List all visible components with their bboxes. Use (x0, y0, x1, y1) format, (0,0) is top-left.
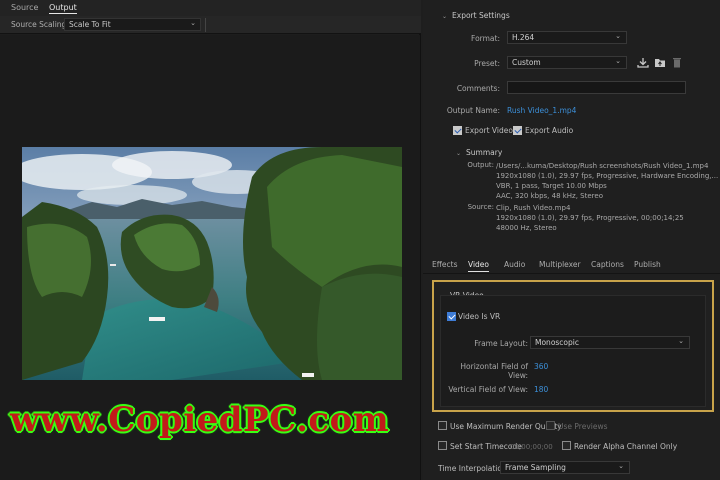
summary-output-line: /Users/...kuma/Desktop/Rush screenshots/… (496, 162, 709, 170)
start-timecode-value[interactable]: 00;00;00;00 (510, 443, 553, 451)
delete-preset-icon[interactable] (671, 57, 683, 68)
use-previews-label: Use Previews (558, 422, 608, 431)
summary-output-line: 1920x1080 (1.0), 29.97 fps, Progressive,… (496, 172, 719, 180)
tab-audio[interactable]: Audio (504, 260, 525, 269)
chevron-down-icon: ⌄ (442, 13, 448, 20)
tab-effects[interactable]: Effects (432, 260, 458, 269)
summary-source-line: 48000 Hz, Stereo (496, 224, 557, 232)
export-video-checkbox[interactable] (453, 126, 462, 135)
frame-layout-value: Monoscopic (535, 338, 579, 347)
output-preview-panel: Source Output Source Scaling: Scale To F… (0, 0, 421, 480)
vr-video-section-highlight: ⌄VR Video Video Is VR Frame Layout: Mono… (432, 280, 714, 412)
vertical-fov-value[interactable]: 180 (534, 385, 548, 394)
source-scaling-dropdown[interactable]: Scale To Fit ⌄ (64, 18, 201, 31)
comments-label: Comments: (456, 84, 500, 93)
comments-field[interactable] (507, 81, 686, 94)
summary-title: Summary (466, 148, 503, 157)
frame-layout-label: Frame Layout: (474, 339, 528, 348)
tab-multiplexer[interactable]: Multiplexer (539, 260, 581, 269)
max-render-quality-checkbox[interactable] (438, 421, 447, 430)
format-label: Format: (471, 34, 500, 43)
summary-source-line: Clip, Rush Video.mp4 (496, 204, 571, 212)
time-interpolation-value: Frame Sampling (505, 463, 566, 472)
export-settings-section: ⌄ Export Settings Format: H.264 ⌄ Preset:… (423, 0, 720, 248)
export-audio-checkbox[interactable] (513, 126, 522, 135)
output-name-label: Output Name: (446, 106, 500, 115)
render-alpha-label: Render Alpha Channel Only (574, 442, 678, 451)
tab-publish[interactable]: Publish (634, 260, 661, 269)
summary-output-label: Output: (467, 161, 494, 169)
vertical-fov-label: Vertical Field of View: (448, 385, 528, 394)
export-settings-header[interactable]: ⌄ Export Settings (442, 11, 510, 20)
import-preset-icon[interactable] (654, 57, 666, 68)
preset-label: Preset: (474, 59, 500, 68)
source-scaling-row: Source Scaling: Scale To Fit ⌄ (0, 16, 421, 34)
video-is-vr-checkbox[interactable] (447, 312, 456, 321)
summary-output-lines: /Users/...kuma/Desktop/Rush screenshots/… (496, 161, 718, 201)
chevron-down-icon: ⌄ (615, 57, 621, 65)
settings-tabs: Effects Video Audio Multiplexer Captions… (423, 255, 720, 274)
render-alpha-checkbox[interactable] (562, 441, 571, 450)
watermark-text: www.CopiedPC.com (10, 400, 390, 440)
summary-output-line: AAC, 320 kbps, 48 kHz, Stereo (496, 192, 603, 200)
chevron-down-icon: ⌄ (615, 32, 621, 40)
source-scaling-value: Scale To Fit (69, 20, 111, 29)
export-settings-title: Export Settings (452, 11, 510, 20)
export-video-label: Export Video (465, 126, 513, 135)
output-name-link[interactable]: Rush Video_1.mp4 (507, 106, 576, 115)
chevron-down-icon: ⌄ (456, 150, 462, 157)
horizontal-fov-value[interactable]: 360 (534, 362, 548, 371)
horizontal-fov-label: Horizontal Field of View: (460, 362, 528, 380)
video-preview-frame (22, 147, 402, 380)
tab-output[interactable]: Output (49, 3, 77, 14)
summary-header[interactable]: ⌄ Summary (456, 148, 502, 157)
set-start-timecode-checkbox[interactable] (438, 441, 447, 450)
vr-video-panel: Video Is VR Frame Layout: Monoscopic ⌄ H… (440, 295, 706, 407)
summary-source-lines: Clip, Rush Video.mp4 1920x1080 (1.0), 29… (496, 203, 684, 233)
export-settings-panel: ⌄ Export Settings Format: H.264 ⌄ Preset:… (423, 0, 720, 480)
format-dropdown[interactable]: H.264 ⌄ (507, 31, 627, 44)
tab-source[interactable]: Source (11, 3, 38, 12)
tab-captions[interactable]: Captions (591, 260, 624, 269)
preset-dropdown[interactable]: Custom ⌄ (507, 56, 627, 69)
frame-layout-dropdown[interactable]: Monoscopic ⌄ (530, 336, 690, 349)
aerial-lagoon-image (22, 147, 402, 380)
format-value: H.264 (512, 33, 535, 42)
divider (205, 18, 206, 32)
chevron-down-icon: ⌄ (618, 462, 624, 470)
chevron-down-icon: ⌄ (190, 19, 196, 27)
preset-value: Custom (512, 58, 541, 67)
time-interpolation-dropdown[interactable]: Frame Sampling ⌄ (500, 461, 630, 474)
max-render-quality-label: Use Maximum Render Quality (450, 422, 562, 431)
source-scaling-label: Source Scaling: (11, 20, 69, 29)
save-preset-icon[interactable] (637, 57, 649, 68)
tab-video[interactable]: Video (468, 260, 490, 272)
video-is-vr-label: Video Is VR (458, 312, 501, 321)
chevron-down-icon: ⌄ (678, 337, 684, 345)
use-previews-checkbox[interactable] (546, 421, 555, 430)
preview-tabs: Source Output (0, 0, 421, 16)
summary-source-line: 1920x1080 (1.0), 29.97 fps, Progressive,… (496, 214, 684, 222)
export-audio-label: Export Audio (525, 126, 574, 135)
summary-output-line: VBR, 1 pass, Target 10.00 Mbps (496, 182, 607, 190)
summary-source-label: Source: (467, 203, 494, 211)
time-interpolation-label: Time Interpolation: (438, 464, 510, 473)
